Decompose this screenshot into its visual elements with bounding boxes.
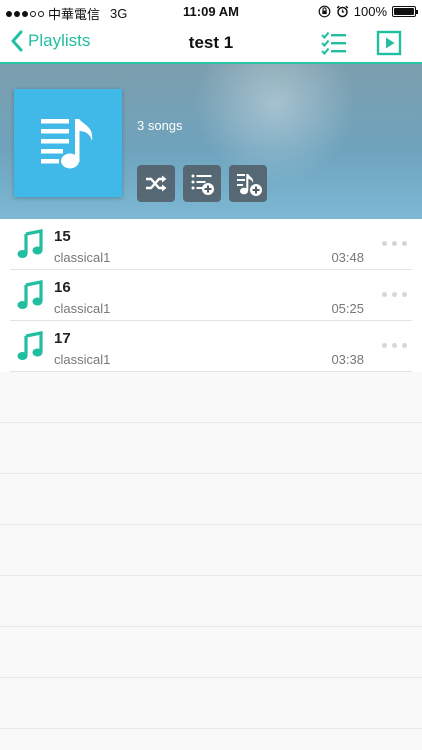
status-right: 100% [318,4,418,19]
song-artist: classical1 [54,352,111,367]
alarm-icon [336,5,349,18]
more-options-icon[interactable] [382,335,408,355]
status-bar: 中華電信 3G 11:09 AM 100% [0,0,422,22]
song-duration: 03:38 [331,352,364,367]
music-note-icon [17,280,43,309]
playlist-header: 3 songs [0,64,422,219]
song-artist: classical1 [54,250,111,265]
empty-list-row [0,525,422,576]
add-songs-button[interactable] [229,165,267,202]
more-options-icon[interactable] [382,233,408,253]
song-duration: 03:48 [331,250,364,265]
empty-list-row [0,372,422,423]
empty-list-row [0,474,422,525]
empty-list-row [0,423,422,474]
battery-percent: 100% [353,4,387,19]
playlist-cover [14,89,122,197]
playlist-music-icon [41,119,93,169]
music-note-icon [17,229,43,258]
shuffle-button[interactable] [137,165,175,202]
add-to-queue-button[interactable] [183,165,221,202]
song-artist: classical1 [54,301,111,316]
page-title: test 1 [188,33,234,52]
song-count: 3 songs [137,118,183,133]
music-note-icon [17,331,43,360]
music-add-icon [237,174,262,196]
song-row[interactable]: 16 classical1 05:25 [0,270,422,321]
nav-bar: Playlists test 1 [0,22,422,64]
play-all-icon[interactable] [375,29,403,57]
battery-icon [392,6,418,17]
song-row[interactable]: 15 classical1 03:48 [0,219,422,270]
empty-list-row [0,627,422,678]
list-add-icon [191,174,214,195]
song-title: 16 [54,279,71,296]
song-title: 17 [54,330,71,347]
empty-list-row [0,678,422,729]
song-title: 15 [54,228,71,245]
empty-list-row [0,576,422,627]
shuffle-icon [146,175,167,192]
checklist-icon[interactable] [320,29,348,57]
song-list: 15 classical1 03:48 16 classical1 05:25 … [0,219,422,729]
song-duration: 05:25 [331,301,364,316]
song-row[interactable]: 17 classical1 03:38 [0,321,422,372]
more-options-icon[interactable] [382,284,408,304]
orientation-lock-icon [318,5,331,18]
